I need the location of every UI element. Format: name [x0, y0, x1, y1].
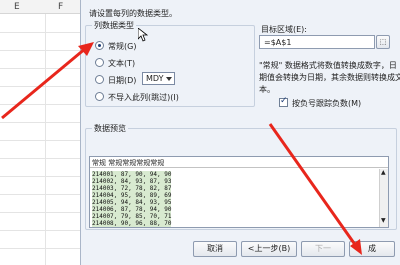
data-preview-pane[interactable]: 常规 常规常规常规常规 214001, 87, 90, 94, 90 21400… [89, 156, 389, 228]
grid-line [0, 176, 80, 177]
preview-row: 214005, 94, 84, 93, 95 [92, 199, 172, 206]
radio-general[interactable] [95, 41, 104, 50]
grid-line [0, 68, 80, 69]
finish-button[interactable]: 成 [349, 241, 395, 257]
column-type-group: 列数据类型 常规(G) 文本(T) 日期(D) MDY 不导入此列(跳过)(I) [85, 20, 255, 107]
date-format-select[interactable]: MDY [142, 72, 175, 85]
note-line-1: "常规" 数据格式将数值转换成数字，日 [259, 61, 397, 70]
preview-row: 214007, 79, 85, 70, 71 [92, 213, 172, 220]
radio-date[interactable] [95, 75, 104, 84]
column-header-row: E F [0, 0, 80, 14]
preview-header: 常规 常规常规常规常规 [90, 157, 388, 168]
preview-vertical-scrollbar[interactable]: ▲ ▼ [379, 169, 388, 227]
radio-text-label[interactable]: 文本(T) [108, 58, 135, 69]
grid-line [0, 86, 80, 87]
grid-line [0, 122, 80, 123]
preview-row: 214008, 90, 96, 88, 70 [92, 220, 172, 227]
spreadsheet-background: E F [0, 0, 80, 265]
negative-number-checkbox[interactable] [279, 96, 288, 107]
grid-line [0, 158, 80, 159]
target-area-label: 目标区域(E): [261, 25, 307, 34]
grid-line [0, 230, 80, 231]
note-line-3: 本。 [259, 85, 275, 94]
mouse-cursor-icon [138, 28, 148, 42]
chevron-down-icon [166, 77, 172, 81]
grid-line [0, 248, 80, 249]
grid-line [0, 194, 80, 195]
note-line-2: 期值会转换为日期，其余数据则转换成文 [259, 73, 400, 82]
preview-row: 214002, 84, 93, 87, 93 [92, 178, 172, 185]
target-area-value: =$A$1 [264, 38, 292, 47]
target-area-input[interactable]: =$A$1 [259, 35, 375, 49]
next-button[interactable]: 下一 [301, 241, 345, 257]
grid-line [0, 50, 80, 51]
column-type-group-title: 列数据类型 [92, 20, 136, 31]
preview-row: 214006, 87, 78, 94, 90 [92, 206, 172, 213]
date-format-value: MDY [146, 74, 164, 83]
preview-row: 214003, 72, 78, 82, 87 [92, 185, 172, 192]
column-header-e[interactable]: E [14, 2, 20, 12]
data-preview-title: 数据预览 [92, 123, 128, 134]
preview-row: 214001, 87, 90, 94, 90 [92, 171, 172, 178]
column-header-f[interactable]: F [58, 2, 63, 12]
radio-text[interactable] [95, 58, 104, 67]
collapse-dialog-button[interactable]: ⬚ [376, 35, 390, 49]
scroll-up-icon[interactable]: ▲ [381, 169, 386, 176]
back-button[interactable]: <上一步(B) [241, 241, 297, 257]
grid-line [0, 32, 80, 33]
grid-line [0, 140, 80, 141]
instruction-text: 请设置每列的数据类型。 [89, 9, 177, 18]
negative-number-label[interactable]: 按负号跟踪负数(M) [292, 98, 361, 109]
grid-line [0, 104, 80, 105]
radio-skip-label[interactable]: 不导入此列(跳过)(I) [108, 92, 179, 103]
scroll-down-icon[interactable]: ▼ [381, 217, 386, 224]
text-import-wizard-dialog: 请设置每列的数据类型。 列数据类型 常规(G) 文本(T) 日期(D) MDY … [80, 0, 400, 265]
range-select-icon: ⬚ [379, 38, 387, 46]
radio-skip[interactable] [95, 92, 104, 101]
radio-general-label[interactable]: 常规(G) [108, 41, 136, 52]
preview-row: 214004, 95, 98, 89, 69 [92, 192, 172, 199]
grid-line [0, 212, 80, 213]
cancel-button[interactable]: 取消 [193, 241, 237, 257]
radio-date-label[interactable]: 日期(D) [108, 75, 136, 86]
preview-header-text: 常规 常规常规常规常规 [92, 159, 165, 167]
